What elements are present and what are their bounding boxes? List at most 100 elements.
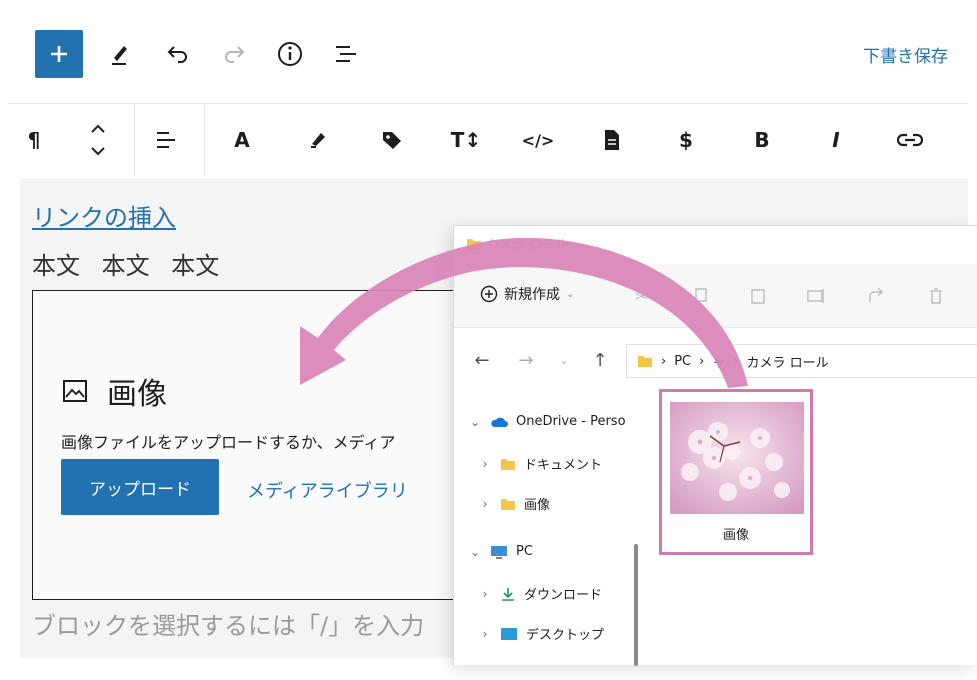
typography-button[interactable]: T↕ — [448, 122, 484, 158]
chevron-right-icon: › — [482, 496, 488, 511]
list-view-button[interactable] — [330, 38, 362, 70]
paragraph-button[interactable]: ¶ — [16, 122, 52, 158]
align-button[interactable] — [148, 122, 184, 158]
tree-item-pictures[interactable]: › 画像 — [478, 494, 551, 514]
italic-button[interactable]: I — [818, 122, 854, 158]
copy-icon — [695, 288, 707, 302]
toolbar-divider — [134, 104, 135, 176]
paste-icon — [751, 289, 765, 304]
copy-button[interactable] — [688, 284, 712, 308]
breadcrumb-pictures[interactable]: ャ — [712, 352, 725, 371]
tree-item-pc[interactable]: ⌄ PC — [468, 544, 533, 559]
redo-icon — [225, 46, 245, 63]
move-updown-icon — [91, 124, 105, 156]
link-icon — [896, 133, 924, 147]
cut-button[interactable]: ✂ — [630, 284, 654, 308]
file-explorer-window[interactable]: カメラ ロール 新規作成 ⌄ ✂ ← → ⌄ ↑ › PC › ャ › カメラ … — [453, 225, 977, 666]
scissors-icon: ✂ — [635, 286, 649, 306]
bold-button[interactable]: B — [744, 122, 780, 158]
code-button[interactable]: </> — [520, 122, 556, 158]
save-draft-button[interactable]: 下書き保存 — [863, 42, 948, 67]
block-format-toolbar: ¶ A T↕ </> $ B I — [8, 103, 968, 176]
share-icon — [869, 287, 883, 302]
pencil-icon — [112, 46, 127, 65]
block-placeholder[interactable]: ブロックを選択するには「/」を入力 — [32, 606, 424, 641]
toolbar-divider — [204, 104, 205, 176]
move-button[interactable] — [80, 122, 116, 158]
tree-item-desktop[interactable]: › デスクトップ — [478, 624, 605, 644]
inserted-link[interactable]: リンクの挿入 — [32, 198, 176, 233]
edit-pencil-button[interactable] — [104, 38, 136, 70]
chevron-down-icon: ⌄ — [559, 353, 569, 367]
media-library-button[interactable]: メディアライブラリ — [247, 477, 408, 503]
file-item-image[interactable]: 画像 — [659, 389, 813, 555]
chevron-right-icon: › — [482, 456, 488, 471]
monitor-icon — [491, 545, 507, 559]
breadcrumb-pc[interactable]: PC — [674, 354, 691, 369]
tree-item-downloads[interactable]: › ダウンロード — [478, 584, 603, 604]
tree-item-documents[interactable]: › ドキュメント — [478, 454, 603, 474]
chevron-right-icon: › — [482, 586, 488, 601]
image-block-title-text: 画像 — [107, 377, 167, 412]
top-toolbar: 下書き保存 — [8, 20, 968, 100]
desktop-icon — [501, 627, 517, 640]
recent-locations-button[interactable]: ⌄ — [552, 348, 576, 372]
folder-icon — [467, 238, 481, 250]
rename-button[interactable] — [804, 284, 828, 308]
highlight-button[interactable] — [300, 122, 336, 158]
tree-item-label: OneDrive - Perso — [516, 414, 626, 429]
undo-icon — [167, 46, 187, 63]
folder-icon — [501, 458, 515, 470]
new-button[interactable]: 新規作成 ⌄ — [480, 284, 574, 304]
share-button[interactable] — [864, 284, 888, 308]
tree-item-label: ドキュメント — [524, 458, 603, 473]
breadcrumb-separator-icon: › — [733, 353, 739, 369]
explorer-command-bar: 新規作成 ⌄ ✂ — [454, 264, 977, 328]
tree-item-label: ダウンロード — [524, 588, 603, 603]
chevron-right-icon: › — [482, 626, 488, 641]
folder-icon — [501, 498, 515, 510]
address-bar[interactable]: › PC › ャ › カメラ ロール — [626, 344, 977, 378]
info-icon — [278, 42, 302, 66]
tag-icon — [383, 132, 401, 149]
breadcrumb-camera-roll[interactable]: カメラ ロール — [747, 352, 829, 371]
text-color-button[interactable]: A — [224, 122, 260, 158]
tree-item-label: 画像 — [524, 498, 551, 513]
arrow-left-icon: ← — [474, 349, 490, 371]
tree-item-label: デスクトップ — [526, 628, 605, 643]
forward-button[interactable]: → — [514, 348, 538, 372]
tag-button[interactable] — [374, 122, 410, 158]
document-icon — [605, 130, 619, 150]
plus-circle-icon — [480, 285, 498, 303]
upload-button[interactable]: アップロード — [61, 459, 219, 515]
link-button[interactable] — [892, 122, 928, 158]
plus-icon — [51, 46, 67, 62]
new-button-label: 新規作成 — [504, 287, 560, 303]
explorer-title: カメラ ロール — [466, 234, 568, 253]
cloud-icon — [491, 417, 508, 427]
download-icon — [502, 587, 514, 601]
undo-button[interactable] — [162, 38, 194, 70]
explorer-title-text: カメラ ロール — [486, 238, 569, 253]
highlighter-icon — [311, 133, 325, 148]
breadcrumb-separator-icon: › — [699, 353, 705, 369]
document-button[interactable] — [594, 122, 630, 158]
redo-button[interactable] — [218, 38, 250, 70]
navigation-pane: ⌄ OneDrive - Perso › ドキュメント › 画像 ⌄ PC › … — [454, 404, 630, 666]
body-text[interactable]: 本文 本文 本文 — [32, 246, 219, 281]
tree-item-onedrive[interactable]: ⌄ OneDrive - Perso — [468, 414, 626, 429]
paste-button[interactable] — [746, 284, 770, 308]
file-item-label: 画像 — [722, 528, 749, 543]
trash-icon — [930, 288, 942, 304]
back-button[interactable]: ← — [470, 348, 494, 372]
add-block-button[interactable] — [35, 30, 83, 78]
breadcrumb-separator-icon: › — [661, 353, 667, 369]
chevron-down-icon: ⌄ — [469, 414, 481, 429]
image-block-description: 画像ファイルをアップロードするか、メディア — [61, 433, 396, 452]
up-button[interactable]: ↑ — [588, 348, 612, 372]
align-left-icon — [157, 132, 175, 148]
navigation-scrollbar[interactable] — [634, 544, 638, 666]
currency-button[interactable]: $ — [668, 122, 704, 158]
details-button[interactable] — [274, 38, 306, 70]
delete-button[interactable] — [924, 284, 948, 308]
